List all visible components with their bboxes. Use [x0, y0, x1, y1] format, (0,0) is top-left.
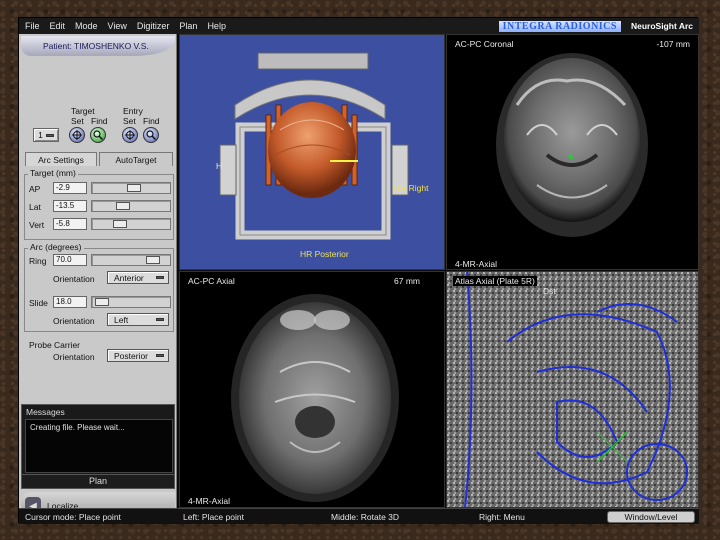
arc-group-title: Arc (degrees)	[28, 242, 84, 252]
target-find-label: Find	[91, 116, 108, 126]
menu-plan[interactable]: Plan	[179, 21, 197, 31]
ap-slider-thumb[interactable]	[127, 184, 141, 192]
probe-orientation-dropdown[interactable]: Posterior	[107, 349, 169, 362]
patient-bar: Patient: TIMOSHENKO V.S.	[21, 36, 175, 56]
crosshair-icon	[72, 130, 82, 140]
stereotactic-frame-render	[219, 52, 409, 240]
status-left: Left: Place point	[183, 512, 244, 522]
slide-slider[interactable]	[91, 296, 171, 308]
entry-set-label: Set	[123, 116, 136, 126]
axial-footer: 4-MR-Axial	[188, 496, 231, 506]
menu-mode[interactable]: Mode	[75, 21, 98, 31]
coronal-distance: -107 mm	[656, 39, 690, 49]
coronal-mri-image	[496, 53, 648, 237]
axial-distance: 67 mm	[394, 276, 420, 286]
probe-orientation-label: Orientation	[53, 352, 95, 362]
magnifier-icon	[93, 130, 103, 140]
axial-title: AC-PC Axial	[188, 276, 235, 286]
dropdown-bar-icon	[156, 318, 164, 321]
lat-field[interactable]: -13.5	[53, 200, 87, 212]
messages-title: Messages	[26, 407, 65, 417]
target-label: Target	[71, 106, 95, 116]
entry-label: Entry	[123, 106, 143, 116]
slide-orientation-dropdown[interactable]: Left	[107, 313, 169, 326]
menu-digitizer[interactable]: Digitizer	[137, 21, 170, 31]
viewport-atlas[interactable]: Atlas Axial (Plate 5R) Dst	[446, 271, 699, 508]
ring-orientation-value: Anterior	[114, 272, 144, 283]
target-set-button[interactable]	[69, 127, 85, 143]
messages-box: Creating file. Please wait...	[25, 419, 173, 473]
messages-panel: Messages Creating file. Please wait...	[21, 404, 175, 476]
slide-orientation-value: Left	[114, 314, 129, 325]
viewport-axial[interactable]: AC-PC Axial 67 mm 4-MR-Axial	[179, 271, 445, 508]
slide-label: Slide	[29, 298, 48, 308]
probe-carrier-title: Probe Carrier	[29, 340, 81, 350]
ap-field[interactable]: -2.9	[53, 182, 87, 194]
menu-edit[interactable]: Edit	[50, 21, 66, 31]
vert-slider[interactable]	[91, 218, 171, 230]
status-right: Right: Menu	[479, 512, 525, 522]
tab-arc-settings[interactable]: Arc Settings	[25, 152, 97, 166]
plan-button[interactable]: Plan	[21, 474, 175, 489]
menu-file[interactable]: File	[25, 21, 40, 31]
entry-find-label: Find	[143, 116, 160, 126]
lat-slider-thumb[interactable]	[116, 202, 130, 210]
window-level-button[interactable]: Window/Level	[607, 511, 695, 523]
atlas-overlay-image	[447, 272, 698, 507]
target-find-button[interactable]	[90, 127, 106, 143]
point-selector[interactable]: 1	[33, 128, 59, 142]
ring-label: Ring	[29, 256, 47, 266]
ring-orientation-label: Orientation	[53, 274, 95, 284]
axial-mri-image	[231, 294, 399, 502]
viewport-3d[interactable]: H HR Right HR Posterior	[179, 34, 445, 270]
status-bar: Cursor mode: Place point Left: Place poi…	[19, 508, 699, 524]
ap-slider[interactable]	[91, 182, 171, 194]
ap-label: AP	[29, 184, 41, 194]
dropdown-bar-icon	[156, 276, 164, 279]
status-cursor-mode: Cursor mode: Place point	[25, 512, 121, 522]
3d-label-bottom: HR Posterior	[300, 249, 349, 259]
atlas-title: Atlas Axial (Plate 5R)	[453, 276, 537, 286]
control-panel: Patient: TIMOSHENKO V.S. Target Set Find…	[19, 34, 177, 520]
app-window: File Edit Mode View Digitizer Plan Help …	[18, 17, 699, 524]
entry-set-button[interactable]	[122, 127, 138, 143]
ring-orientation-dropdown[interactable]: Anterior	[107, 271, 169, 284]
brand-product: NeuroSight Arc	[630, 21, 693, 31]
atlas-suffix: Dst	[543, 286, 556, 296]
brand: INTEGRA RADIONICS NeuroSight Arc	[498, 19, 693, 33]
ring-field[interactable]: 70.0	[53, 254, 87, 266]
brand-logo: INTEGRA RADIONICS	[498, 20, 621, 32]
3d-label-left: H	[216, 161, 223, 171]
coronal-footer: 4-MR-Axial	[455, 259, 498, 269]
tab-autotarget[interactable]: AutoTarget	[99, 152, 173, 166]
crosshair-icon	[125, 130, 135, 140]
target-set-label: Set	[71, 116, 84, 126]
dropdown-bar-icon	[45, 133, 54, 137]
entry-find-button[interactable]	[143, 127, 159, 143]
viewport-coronal[interactable]: AC-PC Coronal -107 mm 4-MR-Axial	[446, 34, 699, 270]
lat-label: Lat	[29, 202, 41, 212]
vert-slider-thumb[interactable]	[113, 220, 127, 228]
point-selector-value: 1	[38, 130, 43, 140]
status-middle: Middle: Rotate 3D	[331, 512, 400, 522]
slide-slider-thumb[interactable]	[95, 298, 109, 306]
probe-orientation-value: Posterior	[114, 350, 149, 361]
ring-slider[interactable]	[91, 254, 171, 266]
dropdown-bar-icon	[156, 354, 164, 357]
slide-orientation-label: Orientation	[53, 316, 95, 326]
vert-label: Vert	[29, 220, 45, 230]
coronal-title: AC-PC Coronal	[455, 39, 514, 49]
3d-label-right: HR Right	[394, 183, 429, 193]
vert-field[interactable]: -5.8	[53, 218, 87, 230]
menu-bar: File Edit Mode View Digitizer Plan Help …	[19, 18, 699, 34]
menu-view[interactable]: View	[108, 21, 127, 31]
slide-field[interactable]: 18.0	[53, 296, 87, 308]
lat-slider[interactable]	[91, 200, 171, 212]
magnifier-icon	[146, 130, 156, 140]
menu-help[interactable]: Help	[207, 21, 226, 31]
ring-slider-thumb[interactable]	[146, 256, 160, 264]
target-group-title: Target (mm)	[28, 168, 78, 178]
